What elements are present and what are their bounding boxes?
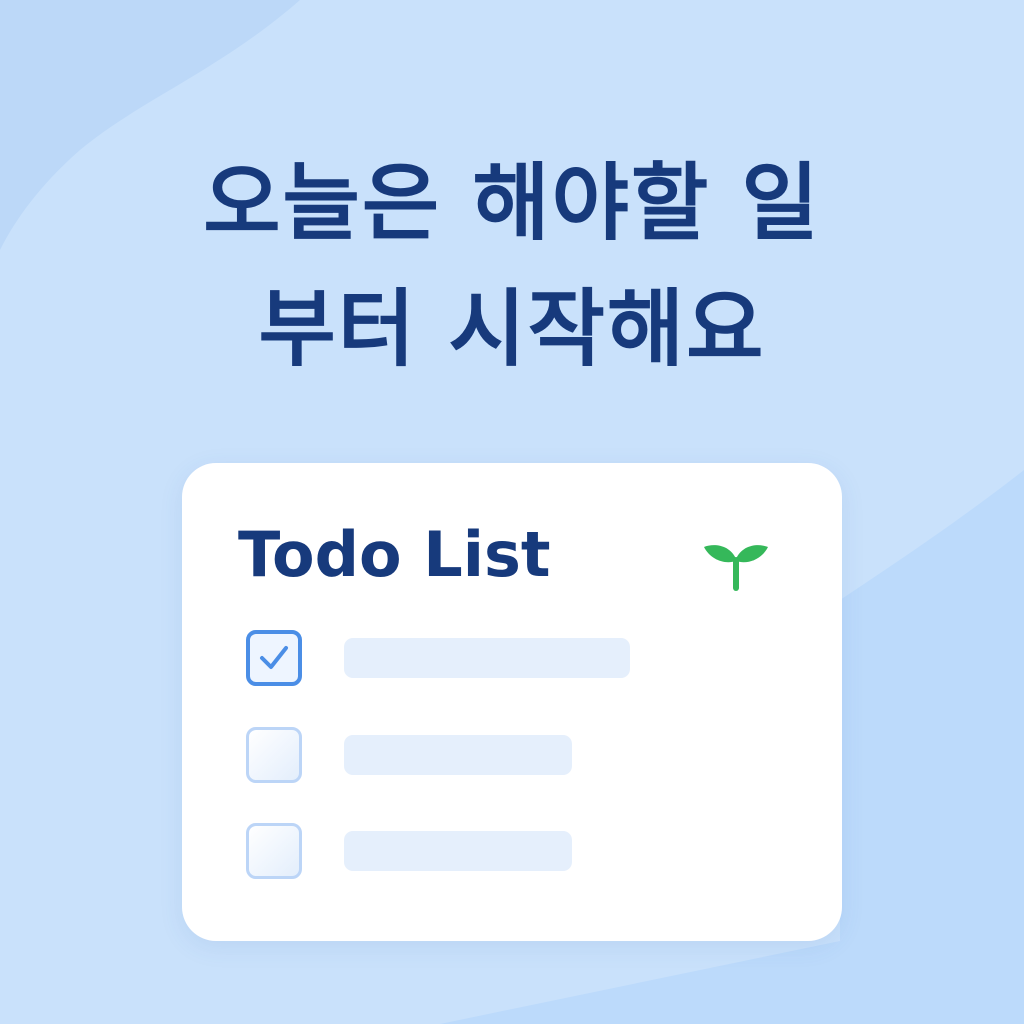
todo-item-text-placeholder bbox=[344, 735, 572, 775]
sprout-icon bbox=[704, 545, 768, 591]
todo-item[interactable] bbox=[246, 823, 766, 887]
todo-item-text-placeholder bbox=[344, 638, 630, 678]
checkmark-icon bbox=[260, 646, 288, 669]
headline-line-2: 부터 시작해요 bbox=[258, 280, 766, 378]
todo-item-text-placeholder bbox=[344, 831, 572, 871]
checkbox-checked[interactable] bbox=[246, 630, 302, 686]
checkbox-unchecked[interactable] bbox=[246, 727, 302, 783]
checkbox-unchecked[interactable] bbox=[246, 823, 302, 879]
headline-line-1: 오늘은 해야할 일 bbox=[203, 154, 821, 252]
todo-item[interactable] bbox=[246, 727, 766, 791]
card-title: Todo List bbox=[238, 518, 551, 591]
todo-item[interactable] bbox=[246, 630, 766, 694]
todo-card: Todo List bbox=[182, 463, 842, 941]
headline: 오늘은 해야할 일 부터 시작해요 bbox=[0, 140, 1024, 392]
